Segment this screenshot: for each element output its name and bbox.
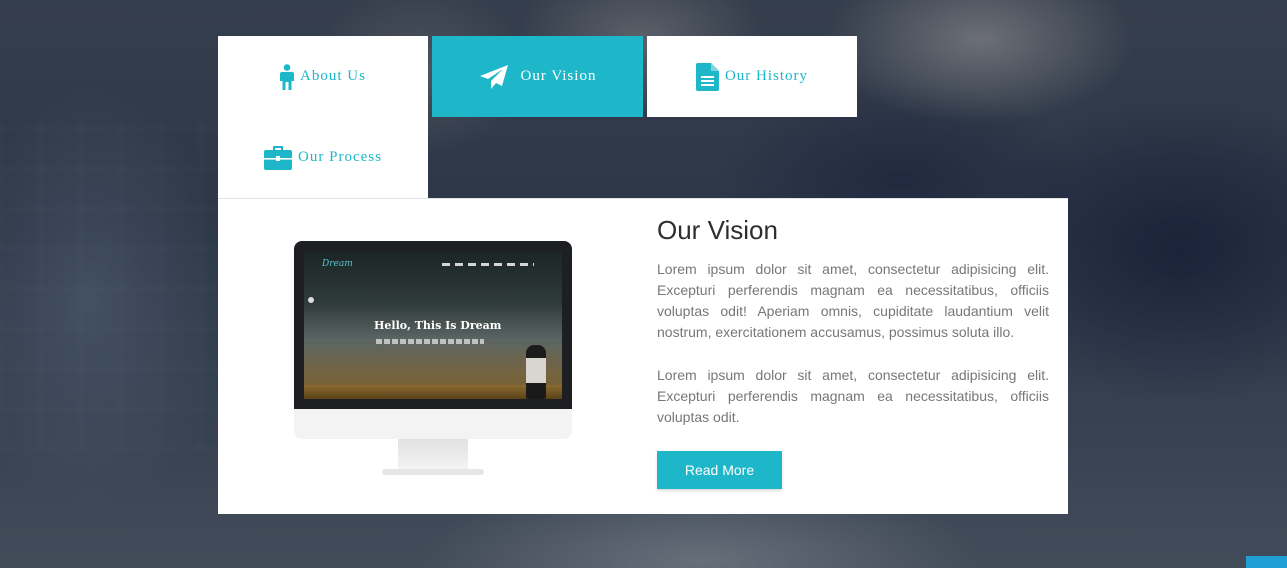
- tab-content-panel: Dream Hello, This Is Dream Our Vision Lo…: [218, 198, 1068, 514]
- mockup-nav: [442, 263, 534, 266]
- scroll-to-top-button[interactable]: [1246, 556, 1287, 568]
- tab-about-us[interactable]: About Us: [218, 36, 428, 117]
- mockup-person: [526, 345, 546, 399]
- monitor-screen: Dream Hello, This Is Dream: [304, 251, 562, 399]
- content-paragraph-1: Lorem ipsum dolor sit amet, consectetur …: [657, 261, 1049, 340]
- paper-plane-icon: [479, 64, 509, 90]
- read-more-button[interactable]: Read More: [657, 451, 782, 489]
- tab-our-history[interactable]: Our History: [647, 36, 857, 117]
- content-title: Our Vision: [657, 215, 778, 245]
- mockup-headline: Hello, This Is Dream: [374, 319, 502, 332]
- tab-label: Our History: [724, 68, 809, 84]
- document-icon: [695, 62, 719, 91]
- tab-our-vision[interactable]: Our Vision: [432, 36, 643, 117]
- mockup-brand: Dream: [322, 259, 353, 269]
- person-icon: [280, 63, 295, 90]
- content-paragraph-2: Lorem ipsum dolor sit amet, consectetur …: [657, 367, 1049, 425]
- tab-label: Our Vision: [520, 68, 597, 84]
- tab-label: Our Process: [298, 149, 382, 165]
- tab-label: About Us: [300, 68, 366, 84]
- briefcase-icon: [264, 145, 293, 170]
- tab-our-process[interactable]: Our Process: [218, 117, 428, 198]
- monitor-mockup-image: Dream Hello, This Is Dream: [294, 241, 572, 479]
